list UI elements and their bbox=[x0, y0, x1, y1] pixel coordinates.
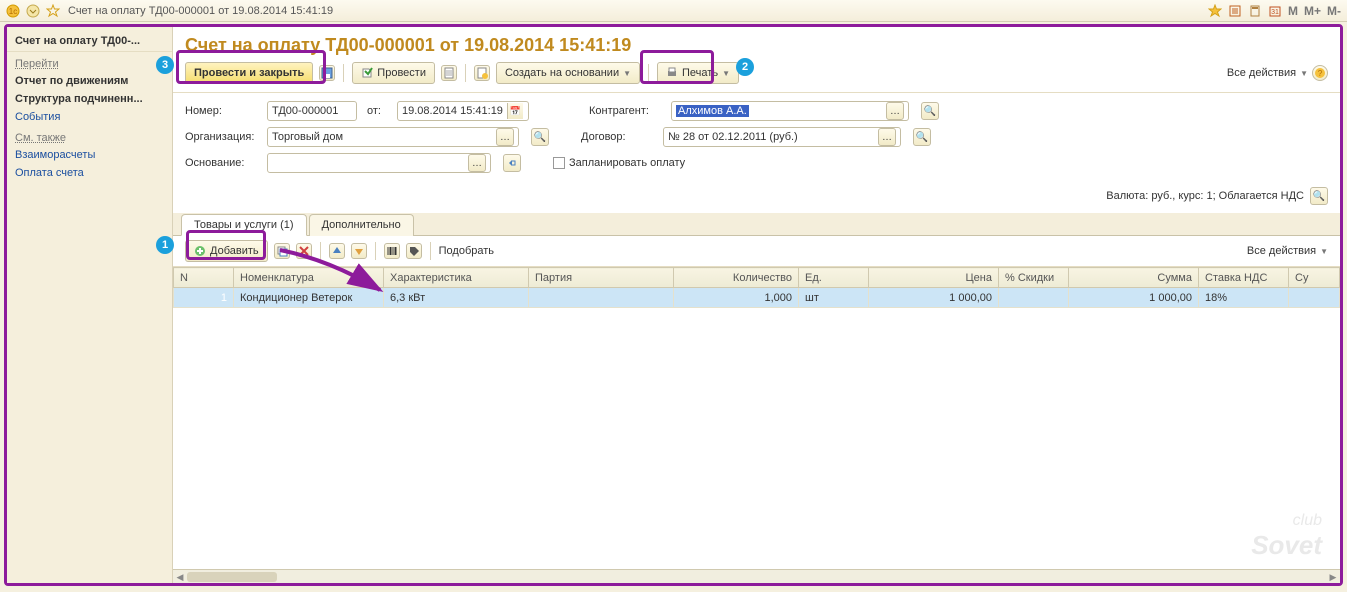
kontragent-input[interactable]: Алхимов А.А.… bbox=[671, 101, 909, 121]
sidebar: Счет на оплату ТД00-... Перейти Отчет по… bbox=[7, 27, 173, 583]
fav-star-icon[interactable] bbox=[1208, 4, 1222, 18]
basis-label: Основание: bbox=[185, 157, 257, 169]
col-su[interactable]: Су bbox=[1289, 268, 1340, 288]
dogovor-input[interactable]: № 28 от 02.12.2011 (руб.)… bbox=[663, 127, 901, 147]
copy-row-icon[interactable] bbox=[274, 243, 290, 259]
print-button[interactable]: Печать▼ bbox=[657, 62, 739, 84]
plan-payment-checkbox[interactable]: Запланировать оплату bbox=[553, 157, 685, 169]
col-vat[interactable]: Ставка НДС bbox=[1199, 268, 1289, 288]
search-icon[interactable]: 🔍 bbox=[1310, 187, 1328, 205]
document-title: Счет на оплату ТД00-000001 от 19.08.2014… bbox=[173, 27, 1340, 58]
main-area: Счет на оплату ТД00-000001 от 19.08.2014… bbox=[173, 27, 1340, 583]
m-button[interactable]: M bbox=[1288, 4, 1298, 18]
delete-row-icon[interactable] bbox=[296, 243, 312, 259]
col-sum[interactable]: Сумма bbox=[1069, 268, 1199, 288]
move-down-icon[interactable] bbox=[351, 243, 367, 259]
post-button[interactable]: Провести bbox=[352, 62, 435, 84]
m-plus-button[interactable]: M+ bbox=[1304, 4, 1321, 18]
svg-text:?: ? bbox=[1318, 69, 1323, 78]
clear-icon[interactable] bbox=[503, 154, 521, 172]
col-n[interactable]: N bbox=[174, 268, 234, 288]
dogovor-label: Договор: bbox=[581, 131, 653, 143]
number-input[interactable]: ТД00-000001 bbox=[267, 101, 357, 121]
m-minus-button[interactable]: M- bbox=[1327, 4, 1341, 18]
svg-text:1c: 1c bbox=[9, 7, 17, 16]
sidebar-link-events[interactable]: События bbox=[7, 108, 172, 126]
sidebar-link-structure[interactable]: Структура подчиненн... bbox=[7, 90, 172, 108]
org-input[interactable]: Торговый дом… bbox=[267, 127, 519, 147]
calc-icon[interactable] bbox=[1248, 4, 1262, 18]
sidebar-link-report[interactable]: Отчет по движениям bbox=[7, 72, 172, 90]
sidebar-link-settlements[interactable]: Взаиморасчеты bbox=[7, 146, 172, 164]
basis-input[interactable]: … bbox=[267, 153, 491, 173]
col-qty[interactable]: Количество bbox=[674, 268, 799, 288]
dropdown-icon[interactable] bbox=[26, 4, 40, 18]
search-icon[interactable]: 🔍 bbox=[531, 128, 549, 146]
calendar-picker-icon[interactable]: 📅 bbox=[507, 103, 523, 119]
col-char[interactable]: Характеристика bbox=[384, 268, 529, 288]
calendar-icon[interactable]: 31 bbox=[1268, 4, 1282, 18]
scroll-left-icon[interactable]: ◀ bbox=[173, 570, 187, 584]
kontragent-label: Контрагент: bbox=[589, 105, 661, 117]
move-up-icon[interactable] bbox=[329, 243, 345, 259]
create-based-button[interactable]: Создать на основании▼ bbox=[496, 62, 640, 84]
select-dots-icon[interactable]: … bbox=[886, 102, 904, 120]
horizontal-scrollbar[interactable]: ◀ ▶ bbox=[173, 569, 1340, 583]
scroll-right-icon[interactable]: ▶ bbox=[1326, 570, 1340, 584]
col-discount[interactable]: % Скидки bbox=[999, 268, 1069, 288]
app-logo-icon: 1c bbox=[6, 4, 20, 18]
barcode-icon[interactable] bbox=[384, 243, 400, 259]
all-actions-link[interactable]: Все действия bbox=[1227, 67, 1296, 79]
window-title: Счет на оплату ТД00-000001 от 19.08.2014… bbox=[68, 5, 333, 17]
table-row[interactable]: 1 Кондиционер Ветерок 6,3 кВт 1,000 шт 1… bbox=[174, 288, 1340, 308]
tab-goods[interactable]: Товары и услуги (1) bbox=[181, 214, 307, 236]
sidebar-link-payment[interactable]: Оплата счета bbox=[7, 164, 172, 182]
tab-additional[interactable]: Дополнительно bbox=[309, 214, 414, 236]
date-input[interactable]: 19.08.2014 15:41:19📅 bbox=[397, 101, 529, 121]
search-icon[interactable]: 🔍 bbox=[913, 128, 931, 146]
sidebar-seealso-label: См. также bbox=[7, 126, 172, 146]
pick-button[interactable]: Подобрать bbox=[439, 245, 494, 257]
input-based-icon[interactable] bbox=[474, 65, 490, 81]
col-nomen[interactable]: Номенклатура bbox=[234, 268, 384, 288]
svg-text:31: 31 bbox=[1271, 9, 1279, 16]
date-label: от: bbox=[367, 105, 387, 117]
post-and-close-button[interactable]: Провести и закрыть bbox=[185, 62, 313, 84]
col-party[interactable]: Партия bbox=[529, 268, 674, 288]
help-icon[interactable]: ? bbox=[1312, 65, 1328, 81]
select-dots-icon[interactable]: … bbox=[878, 128, 896, 146]
add-row-button[interactable]: Добавить bbox=[185, 240, 268, 262]
col-price[interactable]: Цена bbox=[869, 268, 999, 288]
sidebar-title: Счет на оплату ТД00-... bbox=[7, 31, 172, 52]
search-icon[interactable]: 🔍 bbox=[921, 102, 939, 120]
main-toolbar: Провести и закрыть Провести Создать на о… bbox=[173, 58, 1340, 93]
col-unit[interactable]: Ед. bbox=[799, 268, 869, 288]
currency-summary: Валюта: руб., курс: 1; Облагается НДС bbox=[1106, 190, 1304, 202]
data-grid[interactable]: N Номенклатура Характеристика Партия Кол… bbox=[173, 267, 1340, 569]
save-icon[interactable] bbox=[319, 65, 335, 81]
title-bar: 1c Счет на оплату ТД00-000001 от 19.08.2… bbox=[0, 0, 1347, 22]
tag-icon[interactable] bbox=[406, 243, 422, 259]
star-icon[interactable] bbox=[46, 4, 60, 18]
grid-all-actions-link[interactable]: Все действия bbox=[1247, 245, 1316, 257]
history-icon[interactable] bbox=[1228, 4, 1242, 18]
post-doc-icon[interactable] bbox=[441, 65, 457, 81]
select-dots-icon[interactable]: … bbox=[496, 128, 514, 146]
sidebar-goto-label: Перейти bbox=[7, 52, 172, 72]
grid-toolbar: Добавить Подобрать Все действия ▼ bbox=[173, 236, 1340, 267]
org-label: Организация: bbox=[185, 131, 257, 143]
number-label: Номер: bbox=[185, 105, 257, 117]
form-area: Номер: ТД00-000001 от: 19.08.2014 15:41:… bbox=[173, 93, 1340, 183]
tabs-bar: Товары и услуги (1) Дополнительно bbox=[173, 213, 1340, 236]
select-dots-icon[interactable]: … bbox=[468, 154, 486, 172]
